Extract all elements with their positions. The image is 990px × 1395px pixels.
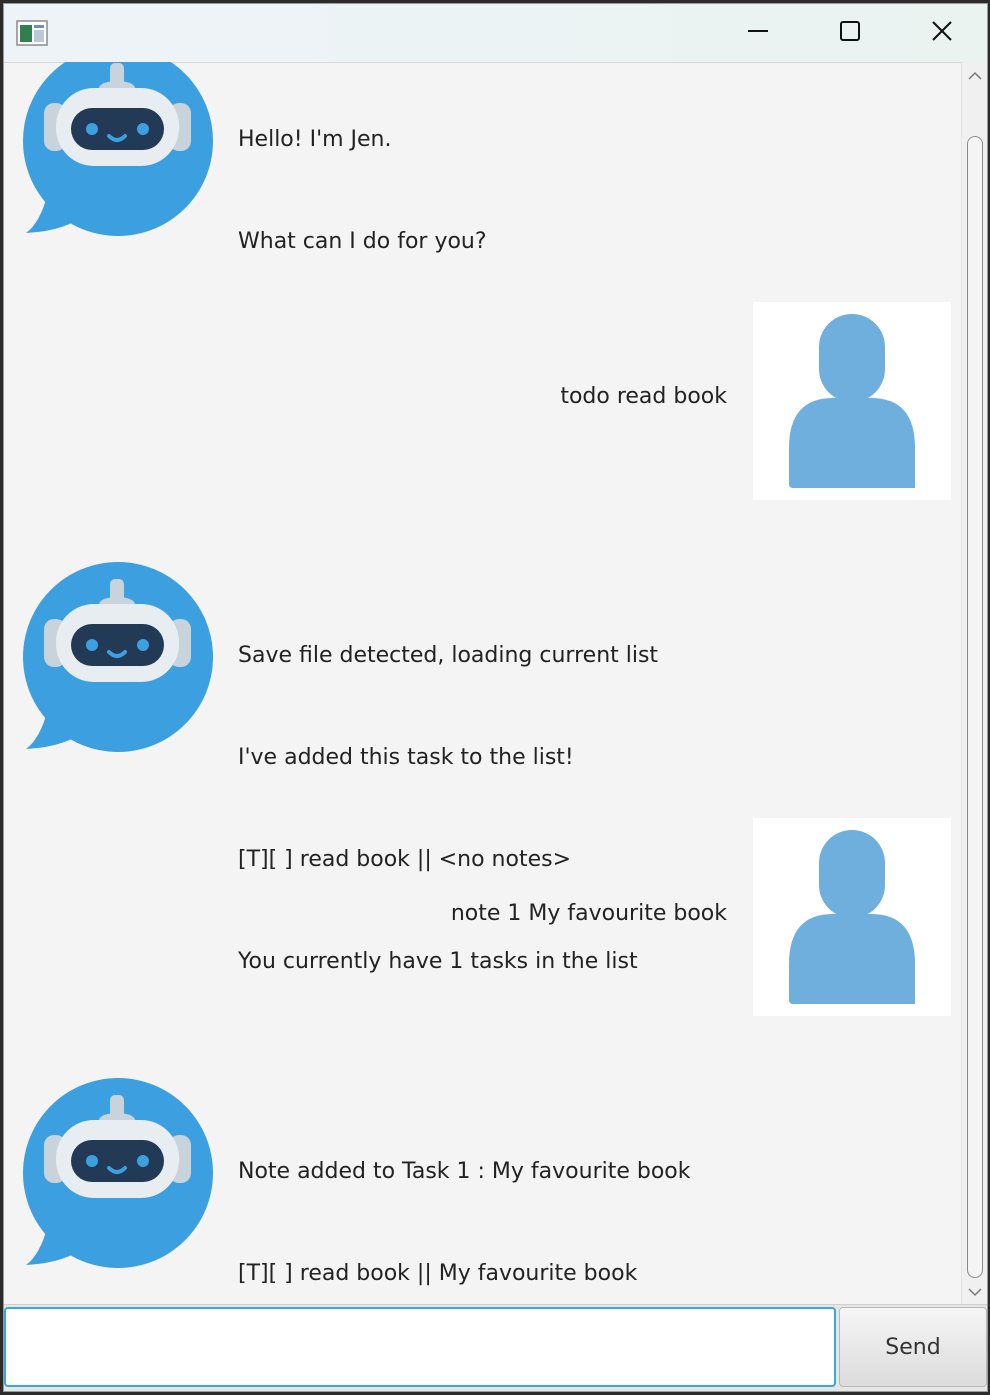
vertical-scrollbar[interactable] xyxy=(961,62,987,1304)
chevron-down-icon xyxy=(967,1282,983,1301)
scroll-up-button[interactable] xyxy=(962,64,987,86)
bot-message: Note added to Task 1 : My favourite book… xyxy=(238,1087,691,1304)
user-message-line: note 1 My favourite book xyxy=(450,901,727,926)
minimize-button[interactable] xyxy=(712,4,804,62)
user-avatar xyxy=(753,302,951,500)
title-bar[interactable] xyxy=(4,4,987,63)
robot-chat-icon xyxy=(23,1078,213,1268)
scrollbar-thumb[interactable] xyxy=(967,136,983,1278)
bot-avatar xyxy=(18,1075,213,1270)
user-profile-icon xyxy=(789,314,915,488)
bot-message-line: I've added this task to the list! xyxy=(238,745,574,770)
bot-avatar xyxy=(18,62,213,238)
bot-message-line: Hello! I'm Jen. xyxy=(238,127,392,152)
bot-message-line: Note added to Task 1 : My favourite book xyxy=(238,1159,691,1184)
dialog-scroll-pane[interactable]: Hello! I'm Jen. What can I do for you? t… xyxy=(4,62,987,1304)
bot-message-line: Save file detected, loading current list xyxy=(238,643,659,668)
user-message-line: todo read book xyxy=(560,384,727,409)
maximize-button[interactable] xyxy=(804,4,896,62)
bot-avatar xyxy=(18,559,213,754)
app-window-icon xyxy=(16,20,48,46)
robot-chat-icon xyxy=(23,62,213,236)
bot-message-line: What can I do for you? xyxy=(238,229,487,254)
user-message: note 1 My favourite book xyxy=(451,829,727,999)
input-bar: Send xyxy=(4,1304,987,1391)
chevron-up-icon xyxy=(967,66,983,85)
send-button[interactable]: Send xyxy=(839,1307,987,1387)
user-message: todo read book xyxy=(560,312,727,482)
dialog-container: Hello! I'm Jen. What can I do for you? t… xyxy=(4,62,960,1304)
bot-message: Hello! I'm Jen. What can I do for you? xyxy=(238,62,487,327)
close-icon xyxy=(930,19,954,47)
message-input[interactable] xyxy=(4,1307,836,1387)
close-button[interactable] xyxy=(896,4,987,62)
user-profile-icon xyxy=(789,830,915,1004)
robot-chat-icon xyxy=(23,562,213,752)
user-avatar xyxy=(753,818,951,1016)
chat-window: Hello! I'm Jen. What can I do for you? t… xyxy=(3,3,988,1392)
minimize-icon xyxy=(746,19,770,47)
scroll-down-button[interactable] xyxy=(962,1280,987,1302)
bot-message-line: [T][ ] read book || My favourite book xyxy=(238,1261,638,1286)
maximize-icon xyxy=(838,19,862,47)
